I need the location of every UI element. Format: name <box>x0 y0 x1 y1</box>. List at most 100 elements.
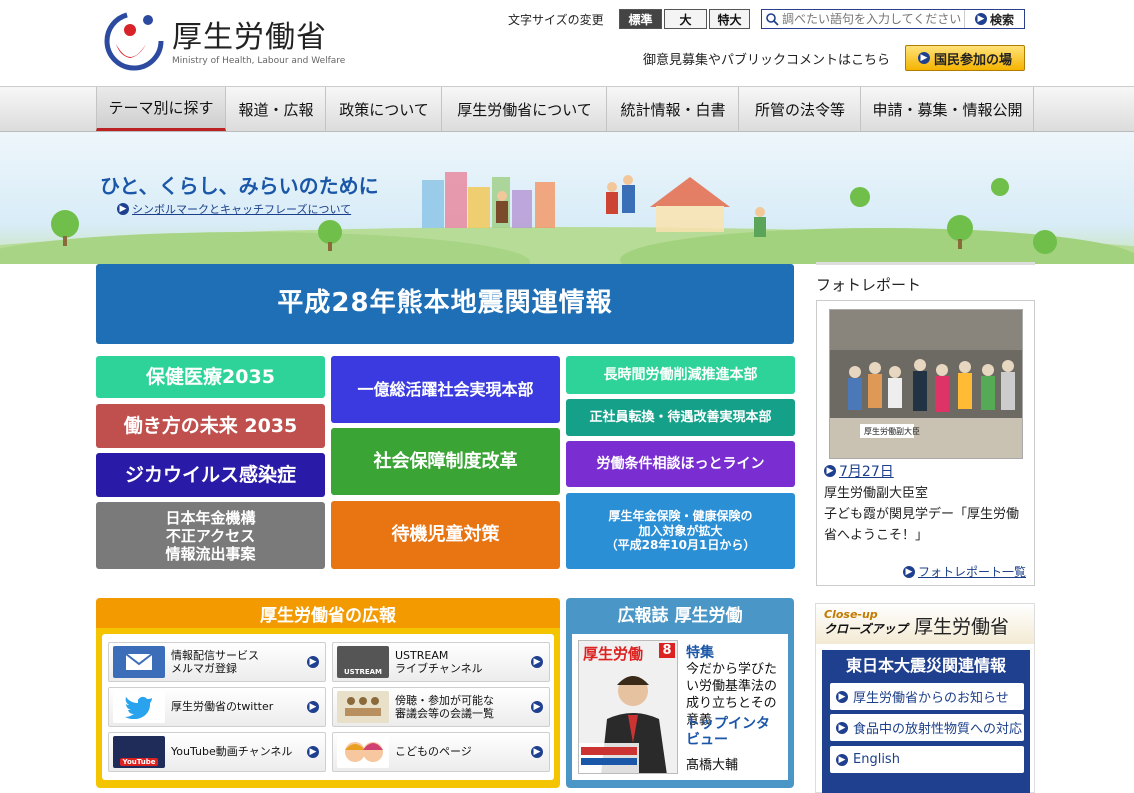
participation-button-label: 国民参加の場 <box>933 52 1012 68</box>
closeup-title: 厚生労働省 <box>914 616 1010 638</box>
banner-labor-hotline[interactable]: 労働条件相談ほっとライン <box>566 441 795 487</box>
closeup-header: Close-up クローズアップ 厚生労働省 <box>816 604 1034 644</box>
font-size-standard-button[interactable]: 標準 <box>619 9 662 29</box>
photo-report-image[interactable]: 厚生労働副大臣 <box>829 309 1023 459</box>
arrow-right-icon: ▶ <box>974 13 987 25</box>
arrow-right-icon: ▶ <box>824 465 836 477</box>
nav-statistics[interactable]: 統計情報・白書 <box>608 87 739 131</box>
banner-social-security-reform[interactable]: 社会保障制度改革 <box>331 428 560 495</box>
nav-about[interactable]: 厚生労働省について <box>443 87 607 131</box>
east-item-label: 厚生労働省からのお知らせ <box>853 691 1009 706</box>
symbol-link[interactable]: ▶ シンボルマークとキャッチフレーズについて <box>117 201 351 217</box>
arrow-right-icon: ▶ <box>531 701 543 713</box>
youtube-icon: YouTube <box>113 736 165 768</box>
pr-item-youtube[interactable]: YouTube YouTube動画チャンネル ▶ <box>108 732 326 772</box>
magazine-content[interactable]: 厚生労働 8 特集 今だから学びたい労働基準法の成り立ちとその意義 トップインタ… <box>572 634 788 780</box>
pr-item-label: 情報配信サービス メルマガ登録 <box>171 648 259 675</box>
participation-button[interactable]: ▶ 国民参加の場 <box>905 45 1025 71</box>
search-button-label: 検索 <box>989 12 1014 27</box>
east-item-label: English <box>853 752 900 767</box>
kids-icon <box>337 736 389 768</box>
pr-item-ustream[interactable]: USTREAM USTREAM ライブチャンネル ▶ <box>332 642 550 682</box>
kumamoto-earthquake-banner[interactable]: 平成28年熊本地震関連情報 <box>96 264 794 344</box>
meeting-icon <box>337 691 389 723</box>
pr-item-twitter[interactable]: 厚生労働省のtwitter ▶ <box>108 687 326 727</box>
pr-item-kids[interactable]: こどものページ ▶ <box>332 732 550 772</box>
photo-report-caption: 厚生労働副大臣室 子ども霞が関見学デー「厚生労働省へようこそ！」 <box>824 486 1020 543</box>
nav-policy[interactable]: 政策について <box>327 87 442 131</box>
search-box: ▶ 検索 <box>761 9 1025 29</box>
search-button[interactable]: ▶ 検索 <box>964 10 1024 28</box>
search-icon <box>766 13 779 26</box>
pr-item-label: YouTube動画チャンネル <box>171 745 293 759</box>
banner-zika-virus[interactable]: ジカウイルス感染症 <box>96 453 325 497</box>
opinion-link[interactable]: 御意見募集やパブリックコメントはこちら <box>643 49 890 68</box>
header: 厚生労働省 Ministry of Health, Labour and Wel… <box>0 0 1134 86</box>
photo-report-list-label: フォトレポート一覧 <box>917 565 1026 579</box>
pr-item-meetings[interactable]: 傍聴・参加が可能な 審議会等の会議一覧 ▶ <box>332 687 550 727</box>
photo-report-box: 厚生労働副大臣 ▶ 7月27日 厚生労働副大臣室 子ども霞が関見学デー「厚生労働… <box>816 300 1035 586</box>
arrow-right-icon: ▶ <box>307 701 319 713</box>
banner-waiting-children[interactable]: 待機児童対策 <box>331 501 560 569</box>
pr-item-mail-magazine[interactable]: 情報配信サービス メルマガ登録 ▶ <box>108 642 326 682</box>
photo-report-title: フォトレポート <box>816 276 922 294</box>
arrow-right-icon: ▶ <box>917 52 930 64</box>
arrow-right-icon: ▶ <box>531 656 543 668</box>
magazine-cover-portrait-icon <box>579 676 667 773</box>
arrow-right-icon: ▶ <box>836 721 848 734</box>
photo-report-date-link[interactable]: ▶ 7月27日 <box>824 461 894 481</box>
magazine-cover[interactable]: 厚生労働 8 <box>578 640 678 774</box>
twitter-icon <box>113 691 165 723</box>
pr-item-label: USTREAM ライブチャンネル <box>395 648 483 675</box>
east-item-english[interactable]: ▶ English <box>830 746 1024 773</box>
east-japan-earthquake-title: 東日本大震災関連情報 <box>845 656 1006 675</box>
arrow-right-icon: ▶ <box>117 203 129 215</box>
children-photo-icon: 厚生労働副大臣 <box>830 310 1022 458</box>
banner-long-hours-reduction[interactable]: 長時間労働削減推進本部 <box>566 356 795 394</box>
banner-pension-leak[interactable]: 日本年金機構 不正アクセス 情報流出事案 <box>96 502 325 569</box>
pr-title: 厚生労働省の広報 <box>96 598 560 628</box>
nav-applications[interactable]: 申請・募集・情報公開 <box>862 87 1034 131</box>
banner-regular-employee[interactable]: 正社員転換・待遇改善実現本部 <box>566 399 795 436</box>
nav-press[interactable]: 報道・広報 <box>227 87 326 131</box>
pr-item-label: 厚生労働省のtwitter <box>171 700 274 714</box>
catchphrase: ひと、くらし、みらいのために <box>100 174 379 198</box>
arrow-right-icon: ▶ <box>836 753 848 766</box>
font-size-large-button[interactable]: 大 <box>664 9 707 29</box>
magazine-special-label: 特集 <box>686 645 714 661</box>
arrow-right-icon: ▶ <box>902 565 915 578</box>
youtube-badge: YouTube <box>119 758 159 766</box>
nav-theme[interactable]: テーマ別に探す <box>96 87 226 131</box>
global-nav: テーマ別に探す 報道・広報 政策について 厚生労働省について 統計情報・白書 所… <box>0 86 1134 132</box>
hero-banner: ひと、くらし、みらいのために ▶ シンボルマークとキャッチフレーズについて <box>0 132 1134 264</box>
east-item-notices[interactable]: ▶ 厚生労働省からのお知らせ <box>830 683 1024 710</box>
magazine-cover-issue: 8 <box>659 643 675 658</box>
font-size-label: 文字サイズの変更 <box>508 13 604 27</box>
magazine-interview-name: 髙橋大輔 <box>686 758 739 773</box>
mail-icon <box>113 646 165 678</box>
east-item-label: 食品中の放射性物質への対応 <box>853 722 1023 737</box>
photo-report-list-link[interactable]: ▶ フォトレポート一覧 <box>902 563 1026 580</box>
nav-laws[interactable]: 所管の法令等 <box>740 87 861 131</box>
banner-ichioku-sokatsuyaku[interactable]: 一億総活躍社会実現本部 <box>331 356 560 423</box>
arrow-right-icon: ▶ <box>307 656 319 668</box>
east-japan-earthquake-box: 東日本大震災関連情報 ▶ 厚生労働省からのお知らせ ▶ 食品中の放射性物質への対… <box>822 650 1030 793</box>
ministry-name[interactable]: 厚生労働省 <box>172 12 327 56</box>
pr-panel: 厚生労働省の広報 情報配信サービス メルマガ登録 ▶ USTREAM USTRE… <box>96 598 560 788</box>
photo-report-date: 7月27日 <box>839 464 894 480</box>
magazine-interview-label: トップインタビュー <box>686 716 770 749</box>
photo-desk-sign: 厚生労働副大臣 <box>864 426 920 436</box>
magazine-cover-title: 厚生労働 <box>583 645 644 663</box>
arrow-right-icon: ▶ <box>836 690 848 703</box>
banner-work-future-2035[interactable]: 働き方の未来 2035 <box>96 404 325 448</box>
search-input[interactable] <box>782 11 962 27</box>
closeup-label-jp: クローズアップ <box>824 622 908 636</box>
banner-health-2035[interactable]: 保健医療2035 <box>96 356 325 398</box>
banner-pension-expansion[interactable]: 厚生年金保険・健康保険の 加入対象が拡大 （平成28年10月1日から） <box>566 493 795 569</box>
arrow-right-icon: ▶ <box>307 746 319 758</box>
font-size-xlarge-button[interactable]: 特大 <box>709 9 750 29</box>
ministry-name-en: Ministry of Health, Labour and Welfare <box>172 56 346 66</box>
magazine-title: 広報誌 厚生労働 <box>617 605 743 626</box>
east-item-radioactive-food[interactable]: ▶ 食品中の放射性物質への対応 <box>830 714 1024 741</box>
pr-list: 情報配信サービス メルマガ登録 ▶ USTREAM USTREAM ライブチャン… <box>102 634 554 780</box>
